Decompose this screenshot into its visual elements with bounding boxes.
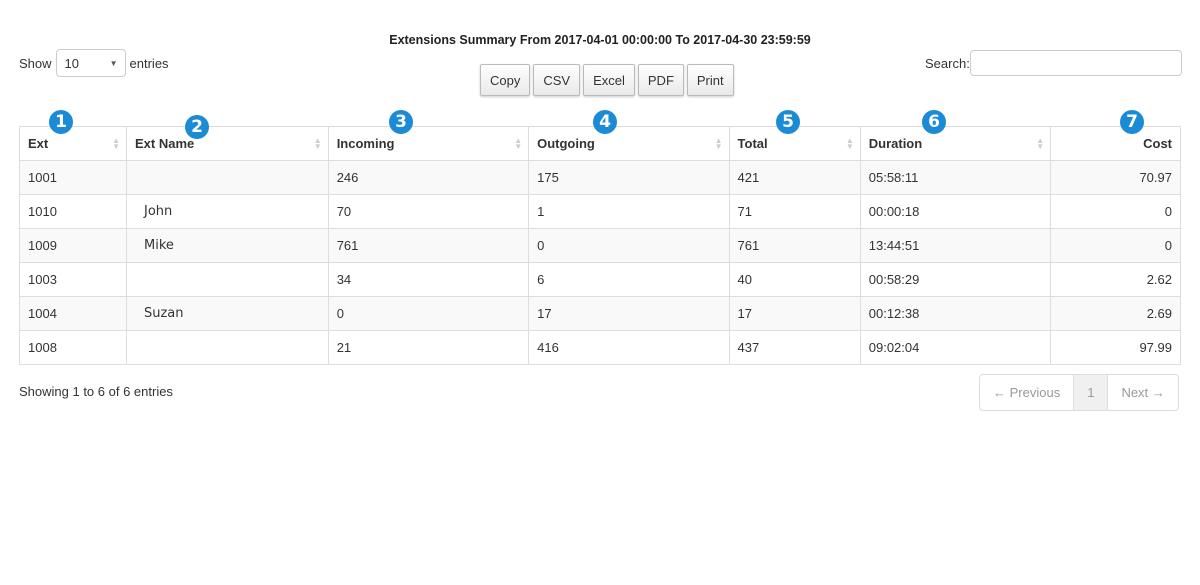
cell-incoming: 761 — [327, 228, 530, 263]
column-number-badge: 3 — [389, 110, 413, 134]
cell-outgoing: 0 — [528, 228, 730, 263]
column-number-badge: 4 — [593, 110, 617, 134]
column-number-badge: 1 — [49, 110, 73, 134]
sort-icon: ▲ ▼ — [1036, 136, 1045, 151]
search-control: Search: — [925, 50, 1182, 76]
cell-cost: 70.97 — [1050, 160, 1181, 195]
cell-cost: 97.99 — [1050, 330, 1181, 365]
sort-icon: ▲ ▼ — [313, 136, 322, 151]
show-label: Show — [19, 55, 52, 71]
cell-ext: 1003 — [19, 262, 127, 297]
pagination: ← Previous 1 Next → — [979, 374, 1179, 411]
sort-icon: ▲ ▼ — [112, 136, 120, 151]
table-row: 1008 21 416 437 09:02:04 97.99 — [19, 330, 1181, 365]
cell-outgoing: 416 — [528, 330, 730, 365]
cell-outgoing: 175 — [528, 160, 730, 195]
header-cost[interactable]: Cost — [1050, 126, 1181, 161]
cell-total: 71 — [728, 194, 861, 229]
header-label: Ext — [28, 136, 49, 151]
cell-ext: 1010 — [19, 194, 127, 229]
cell-incoming: 0 — [327, 296, 530, 331]
table-row: 1001 246 175 421 05:58:11 70.97 — [19, 160, 1181, 195]
cell-total: 40 — [728, 262, 861, 297]
column-number-badge: 6 — [922, 110, 946, 134]
previous-button[interactable]: ← Previous — [980, 375, 1075, 410]
extensions-table: Ext ▲ ▼ Ext Name ▲ ▼ Incoming ▲ ▼ Outgoing ▲ ▼ Total… — [19, 126, 1181, 365]
entries-label: entries — [129, 55, 169, 71]
header-ext-name[interactable]: Ext Name ▲ ▼ — [125, 126, 329, 161]
header-label: Ext Name — [134, 136, 195, 151]
print-button[interactable]: Print — [686, 64, 734, 96]
header-label: Cost — [1143, 136, 1172, 151]
table-row: 1003 34 6 40 00:58:29 2.62 — [19, 262, 1181, 297]
csv-button[interactable]: CSV — [533, 64, 581, 96]
cell-cost: 2.69 — [1050, 296, 1181, 331]
report-title: Extensions Summary From 2017-04-01 00:00… — [389, 33, 811, 47]
table-row: 1004 Suzan 0 17 17 00:12:38 2.69 — [19, 296, 1181, 331]
cell-duration: 00:58:29 — [859, 262, 1052, 297]
cell-ext-name: Mike — [125, 228, 329, 263]
header-label: Outgoing — [537, 136, 595, 151]
table-row: 1010 John 70 1 71 00:00:18 0 — [19, 194, 1181, 229]
cell-ext: 1009 — [19, 228, 127, 263]
sort-icon: ▲ ▼ — [514, 136, 523, 151]
cell-total: 437 — [728, 330, 861, 365]
table-row: 1009 Mike 761 0 761 13:44:51 0 — [19, 228, 1181, 263]
cell-incoming: 70 — [327, 194, 530, 229]
column-number-badge: 2 — [185, 115, 209, 139]
cell-ext: 1001 — [19, 160, 127, 195]
header-incoming[interactable]: Incoming ▲ ▼ — [327, 126, 530, 161]
cell-total: 17 — [728, 296, 861, 331]
cell-duration: 09:02:04 — [859, 330, 1052, 365]
cell-ext-name — [125, 160, 329, 195]
cell-ext-name — [125, 262, 329, 297]
cell-cost: 2.62 — [1050, 262, 1181, 297]
cell-outgoing: 6 — [528, 262, 730, 297]
cell-duration: 00:12:38 — [859, 296, 1052, 331]
page-1-button[interactable]: 1 — [1074, 375, 1109, 410]
column-number-badge: 7 — [1120, 110, 1144, 134]
cell-total: 761 — [728, 228, 861, 263]
cell-ext: 1004 — [19, 296, 127, 331]
cell-duration: 00:00:18 — [859, 194, 1052, 229]
cell-duration: 13:44:51 — [859, 228, 1052, 263]
cell-duration: 05:58:11 — [859, 160, 1052, 195]
cell-incoming: 34 — [327, 262, 530, 297]
page-length-select[interactable]: 10 — [55, 49, 126, 77]
cell-cost: 0 — [1050, 228, 1181, 263]
sort-icon: ▲ ▼ — [714, 136, 723, 151]
cell-ext: 1008 — [19, 330, 127, 365]
header-duration[interactable]: Duration ▲ ▼ — [859, 126, 1052, 161]
copy-button[interactable]: Copy — [480, 64, 531, 96]
table-info: Showing 1 to 6 of 6 entries — [19, 384, 173, 399]
cell-total: 421 — [728, 160, 861, 195]
cell-incoming: 21 — [327, 330, 530, 365]
header-ext[interactable]: Ext ▲ ▼ — [19, 126, 127, 161]
header-label: Incoming — [336, 136, 395, 151]
cell-cost: 0 — [1050, 194, 1181, 229]
excel-button[interactable]: Excel — [583, 64, 635, 96]
column-number-badge: 5 — [776, 110, 800, 134]
pdf-button[interactable]: PDF — [637, 64, 684, 96]
page-length-control: Show 10 ▼ entries — [19, 49, 169, 77]
header-label: Total — [737, 136, 768, 151]
export-buttons: Copy CSV Excel PDF Print — [480, 64, 734, 96]
search-input[interactable] — [969, 50, 1182, 76]
cell-outgoing: 1 — [528, 194, 730, 229]
cell-ext-name: Suzan — [125, 296, 329, 331]
header-outgoing[interactable]: Outgoing ▲ ▼ — [528, 126, 730, 161]
cell-outgoing: 17 — [528, 296, 730, 331]
cell-ext-name: John — [125, 194, 329, 229]
next-button[interactable]: Next → — [1108, 375, 1177, 410]
search-label: Search: — [925, 55, 970, 71]
cell-incoming: 246 — [327, 160, 530, 195]
cell-ext-name — [125, 330, 329, 365]
header-label: Duration — [868, 136, 923, 151]
sort-icon: ▲ ▼ — [845, 136, 854, 151]
